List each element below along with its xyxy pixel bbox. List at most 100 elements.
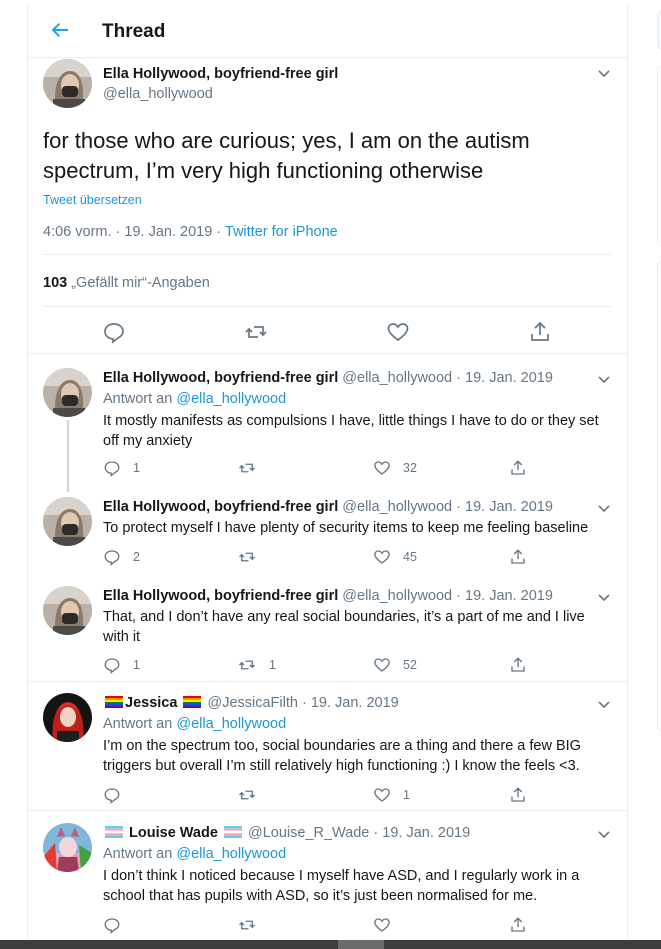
author-name[interactable]: Louise Wade — [129, 825, 218, 841]
share-action[interactable] — [509, 655, 527, 675]
retweet-icon — [239, 463, 255, 473]
thread-header: Thread — [28, 4, 627, 58]
avatar[interactable] — [43, 693, 92, 742]
heart-icon[interactable] — [386, 320, 410, 344]
author-handle[interactable]: @ella_hollywood — [103, 86, 213, 102]
author-handle[interactable]: @Louise_R_Wade — [248, 825, 369, 841]
right-sidebar — [627, 0, 661, 949]
reply-action[interactable]: 1 — [103, 655, 140, 675]
reply-tweet[interactable]: Ella Hollywood, boyfriend-free girl @ell… — [28, 365, 627, 490]
share-action[interactable] — [509, 458, 527, 478]
author-handle[interactable]: @ella_hollywood — [342, 370, 452, 386]
share-action[interactable] — [509, 785, 527, 805]
retweet-icon — [239, 920, 255, 930]
author-name[interactable]: Ella Hollywood, boyfriend-free girl — [103, 588, 338, 604]
like-action[interactable]: 1 — [373, 785, 410, 805]
arrow-left-icon[interactable] — [48, 18, 72, 42]
avatar-image — [43, 59, 92, 108]
reply-action[interactable] — [103, 785, 133, 805]
retweet-action[interactable]: 1 — [237, 655, 276, 675]
avatar[interactable] — [43, 59, 92, 108]
author-handle[interactable]: @ella_hollywood — [342, 499, 452, 515]
reply-tweet[interactable]: Louise Wade @Louise_R_Wade · 19. Jan. 20… — [28, 820, 627, 940]
avatar[interactable] — [43, 368, 92, 417]
retweet-count: 1 — [269, 658, 276, 672]
reply-text: To protect myself I have plenty of secur… — [103, 520, 589, 536]
chevron-down-icon[interactable] — [597, 590, 611, 604]
page-title: Thread — [102, 21, 166, 42]
chevron-down-icon[interactable] — [597, 827, 611, 841]
reply-date[interactable]: · 19. Jan. 2019 — [373, 825, 470, 841]
chevron-down-icon[interactable] — [597, 697, 611, 711]
translate-link[interactable]: Tweet übersetzen — [43, 193, 142, 207]
like-action[interactable]: 45 — [373, 547, 417, 567]
reply-to-handle[interactable]: @ella_hollywood — [176, 391, 286, 407]
reply-to-prefix: Antwort an — [103, 846, 177, 862]
divider — [28, 681, 627, 682]
author-handle[interactable]: @ella_hollywood — [342, 588, 452, 604]
reply-tweet[interactable]: Ella Hollywood, boyfriend-free girl @ell… — [28, 494, 627, 574]
reply-action[interactable]: 1 — [103, 458, 140, 478]
avatar-image — [43, 368, 92, 417]
reply-icon[interactable] — [102, 320, 126, 344]
reply-action[interactable]: 2 — [103, 547, 140, 567]
reply-header: Jessica @JessicaFilth · 19. Jan. 2019 — [103, 695, 399, 711]
taskbar-strip — [0, 940, 661, 949]
sidebar-card-edge-2 — [657, 260, 661, 732]
like-action[interactable]: 32 — [373, 458, 417, 478]
author-name[interactable]: Ella Hollywood, boyfriend-free girl — [103, 66, 338, 82]
like-action[interactable] — [373, 915, 403, 935]
avatar-image — [43, 693, 92, 742]
author-handle[interactable]: @JessicaFilth — [207, 695, 297, 711]
reply-to-handle[interactable]: @ella_hollywood — [176, 846, 286, 862]
sidebar-search-edge[interactable] — [657, 10, 661, 50]
chevron-down-icon[interactable] — [597, 501, 611, 515]
reply-icon — [104, 788, 120, 804]
retweet-icon[interactable] — [244, 320, 268, 344]
avatar[interactable] — [43, 497, 92, 546]
reply-action[interactable] — [103, 915, 133, 935]
author-name[interactable]: Ella Hollywood, boyfriend-free girl — [103, 499, 338, 515]
retweet-action[interactable] — [237, 915, 269, 935]
retweet-action[interactable] — [237, 785, 269, 805]
reply-to-line: Antwort an @ella_hollywood — [103, 391, 286, 407]
tweet-source[interactable]: Twitter for iPhone — [225, 224, 338, 240]
share-icon — [511, 917, 525, 932]
like-count: 32 — [403, 461, 417, 475]
like-count: 1 — [403, 788, 410, 802]
chevron-down-icon[interactable] — [597, 372, 611, 386]
heart-icon — [374, 550, 390, 564]
avatar[interactable] — [43, 586, 92, 635]
tweet-timestamp[interactable]: 4:06 vorm. · 19. Jan. 2019 · — [43, 224, 225, 240]
share-icon — [511, 787, 525, 802]
likes-summary[interactable]: 103 „Gefällt mir“-Angaben — [43, 275, 210, 291]
reply-to-handle[interactable]: @ella_hollywood — [176, 716, 286, 732]
reply-date[interactable]: · 19. Jan. 2019 — [302, 695, 399, 711]
reply-text: I’m on the spectrum too, social boundari… — [103, 738, 581, 774]
reply-date[interactable]: · 19. Jan. 2019 — [456, 370, 553, 386]
chevron-down-icon[interactable] — [597, 66, 611, 80]
reply-count: 1 — [133, 658, 140, 672]
reply-tweet[interactable]: Jessica @JessicaFilth · 19. Jan. 2019 An… — [28, 690, 627, 805]
author-name[interactable]: Ella Hollywood, boyfriend-free girl — [103, 370, 338, 386]
reply-count: 1 — [133, 461, 140, 475]
author-name[interactable]: Jessica — [125, 695, 177, 711]
retweet-action[interactable] — [237, 547, 269, 567]
avatar-image — [43, 586, 92, 635]
transgender-flag-icon — [223, 826, 242, 838]
share-action[interactable] — [509, 915, 527, 935]
reply-text: It mostly manifests as compulsions I hav… — [103, 413, 599, 449]
retweet-action[interactable] — [237, 458, 269, 478]
share-icon[interactable] — [528, 320, 552, 344]
taskbar-item[interactable] — [338, 940, 384, 949]
avatar[interactable] — [43, 823, 92, 872]
avatar-image — [43, 497, 92, 546]
reply-date[interactable]: · 19. Jan. 2019 — [456, 588, 553, 604]
transgender-flag-icon — [105, 826, 123, 838]
reply-icon — [104, 658, 120, 674]
reply-icon — [104, 550, 120, 566]
reply-date[interactable]: · 19. Jan. 2019 — [456, 499, 553, 515]
reply-tweet[interactable]: Ella Hollywood, boyfriend-free girl @ell… — [28, 583, 627, 678]
like-action[interactable]: 52 — [373, 655, 417, 675]
share-action[interactable] — [509, 547, 527, 567]
